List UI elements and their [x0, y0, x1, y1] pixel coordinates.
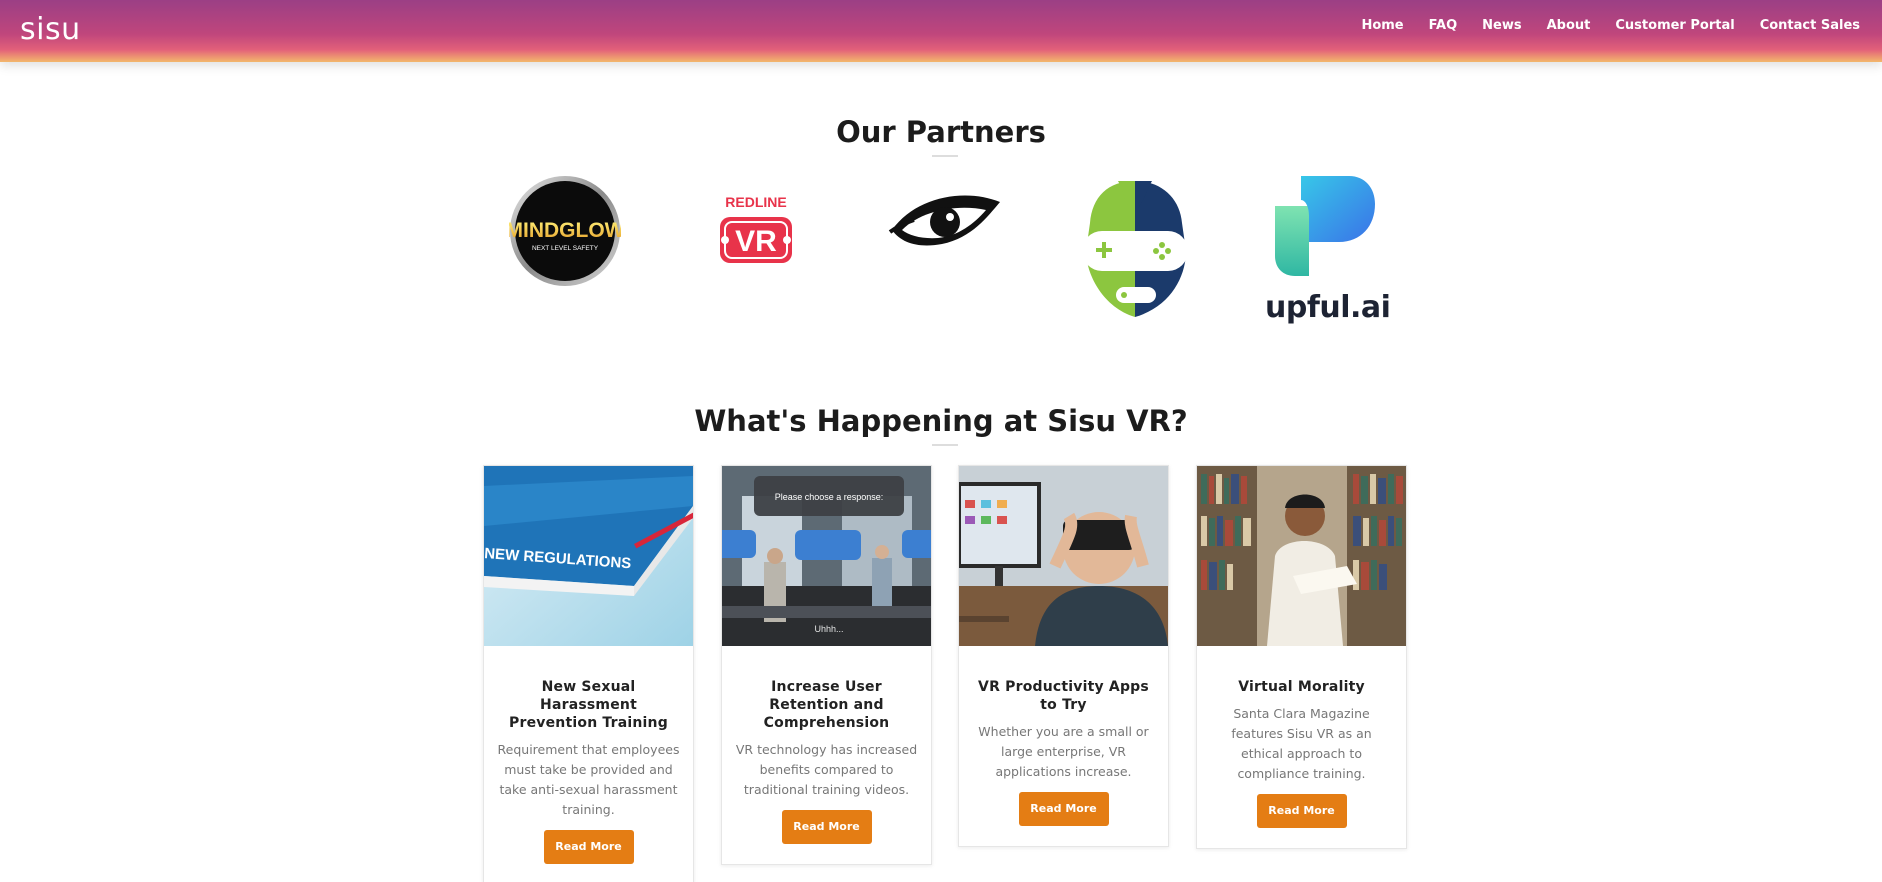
mindglow-logo: MINDGLOW NEXT LEVEL SAFETY — [506, 175, 625, 287]
news-title: What's Happening at Sisu VR? — [694, 404, 1188, 438]
news-card: NEW REGULATIONS New Sexual Harassment Pr… — [483, 465, 694, 882]
card-title[interactable]: VR Productivity Apps to Try — [971, 678, 1156, 714]
card-image-vr-dialogue: Please choose a response: Uhhh... — [722, 466, 931, 646]
eye-logo — [888, 186, 1003, 256]
card-description: Whether you are a small or large enterpr… — [978, 724, 1149, 779]
gamer-head-logo — [1078, 177, 1192, 321]
mindglow-subtext: NEXT LEVEL SAFETY — [532, 245, 599, 252]
card-description: VR technology has increased benefits com… — [735, 742, 918, 797]
partners-title-divider — [932, 155, 958, 157]
main-nav: Home FAQ News About Customer Portal Cont… — [1336, 18, 1860, 33]
card-image-regulations: NEW REGULATIONS — [484, 466, 693, 646]
mindglow-text: MINDGLOW — [509, 219, 621, 242]
read-more-button[interactable]: Read More — [543, 830, 634, 864]
nav-customer-portal[interactable]: Customer Portal — [1615, 18, 1734, 33]
nav-news[interactable]: News — [1482, 18, 1521, 33]
redline-vr-logo: REDLINE VR — [716, 193, 796, 273]
nav-faq[interactable]: FAQ — [1429, 18, 1458, 33]
nav-home[interactable]: Home — [1361, 18, 1403, 33]
nav-about[interactable]: About — [1547, 18, 1591, 33]
card-image-library — [1197, 466, 1406, 646]
site-logo[interactable]: sisu — [20, 12, 81, 47]
redline-vr-text: VR — [735, 225, 777, 258]
news-card: Virtual Morality Santa Clara Magazine fe… — [1196, 465, 1407, 849]
partners-title: Our Partners — [836, 115, 1046, 149]
card-title[interactable]: New Sexual Harassment Prevention Trainin… — [496, 678, 681, 732]
upful-logo: upful.ai — [1265, 176, 1391, 336]
nav-contact-sales[interactable]: Contact Sales — [1760, 18, 1860, 33]
read-more-button[interactable]: Read More — [781, 810, 872, 844]
read-more-button[interactable]: Read More — [1256, 794, 1347, 828]
card-title[interactable]: Increase User Retention and Comprehensio… — [734, 678, 919, 732]
site-header: sisu Home FAQ News About Customer Portal… — [0, 0, 1882, 62]
read-more-button[interactable]: Read More — [1018, 792, 1109, 826]
vr-prompt-text: Please choose a response: — [775, 492, 884, 502]
news-card: Please choose a response: Uhhh... Increa… — [721, 465, 932, 865]
vr-caption-text: Uhhh... — [814, 624, 843, 634]
card-title[interactable]: Virtual Morality — [1209, 678, 1394, 696]
redline-text: REDLINE — [725, 194, 786, 210]
news-card: VR Productivity Apps to Try Whether you … — [958, 465, 1169, 847]
card-description: Santa Clara Magazine features Sisu VR as… — [1231, 706, 1372, 781]
card-image-vr-headset — [959, 466, 1168, 646]
upful-wordmark: upful.ai — [1265, 290, 1391, 325]
news-title-divider — [932, 444, 958, 446]
card-description: Requirement that employees must take be … — [497, 742, 680, 817]
